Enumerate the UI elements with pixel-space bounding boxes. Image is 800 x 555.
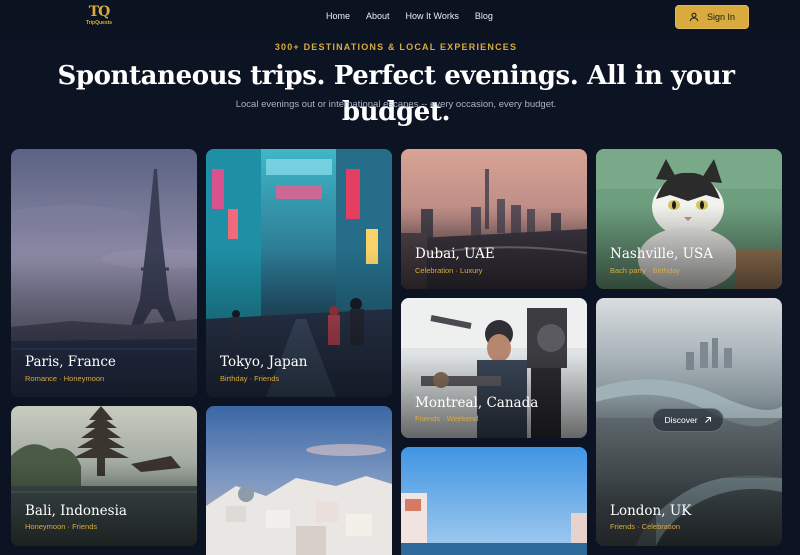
hero-eyebrow: 300+ DESTINATIONS & LOCAL EXPERIENCES bbox=[274, 42, 518, 52]
destination-card-tokyo[interactable]: Tokyo, Japan Birthday · Friends bbox=[206, 149, 392, 397]
destination-card-nashville[interactable]: Nashville, USA Bach party · Birthday bbox=[596, 149, 782, 289]
brand-logo[interactable]: TQ TripQuests bbox=[84, 4, 114, 30]
nav-blog-link[interactable]: Blog bbox=[475, 11, 493, 21]
destination-card-paris[interactable]: Paris, France Romance · Honeymoon bbox=[11, 149, 197, 397]
card-tags: Romance · Honeymoon bbox=[25, 374, 105, 383]
nav-about-link[interactable]: About bbox=[366, 11, 390, 21]
destination-card-coastal[interactable] bbox=[401, 447, 587, 555]
user-icon bbox=[689, 12, 699, 22]
coastal-town-image bbox=[401, 447, 587, 555]
card-tags: Honeymoon · Friends bbox=[25, 522, 98, 531]
card-title: Bali, Indonesia bbox=[25, 503, 127, 519]
destination-card-london[interactable]: Discover London, UK Friends · Celebratio… bbox=[596, 298, 782, 546]
card-tags: Friends · Celebration bbox=[610, 522, 681, 531]
arrow-up-right-icon bbox=[704, 417, 711, 423]
card-tags: Bach party · Birthday bbox=[610, 266, 681, 275]
discover-label: Discover bbox=[664, 415, 698, 425]
card-title: Paris, France bbox=[25, 354, 116, 370]
nav-home-link[interactable]: Home bbox=[326, 11, 350, 21]
card-title: London, UK bbox=[610, 503, 692, 519]
destination-card-dubai[interactable]: Dubai, UAE Celebration · Luxury bbox=[401, 149, 587, 289]
main-nav: Home About How It Works Blog bbox=[326, 11, 509, 21]
destination-card-montreal[interactable]: Montreal, Canada Friends · Weekend bbox=[401, 298, 587, 438]
card-tags: Celebration · Luxury bbox=[415, 266, 483, 275]
card-tags: Friends · Weekend bbox=[415, 414, 479, 423]
card-title: Dubai, UAE bbox=[415, 246, 495, 262]
discover-button[interactable]: Discover bbox=[652, 408, 724, 432]
card-title: Montreal, Canada bbox=[415, 395, 539, 411]
sign-in-button[interactable]: Sign In bbox=[675, 5, 749, 29]
destination-card-bali[interactable]: Bali, Indonesia Honeymoon · Friends bbox=[11, 406, 197, 546]
hero-subline: Local evenings out or international esca… bbox=[235, 99, 557, 110]
card-tags: Birthday · Friends bbox=[220, 374, 280, 383]
sign-in-label: Sign In bbox=[706, 12, 736, 22]
hero-headline: Spontaneous trips. Perfect evenings. All… bbox=[57, 61, 735, 127]
destination-card-santorini[interactable] bbox=[206, 406, 392, 555]
card-title: Tokyo, Japan bbox=[220, 354, 308, 370]
nav-how-it-works-link[interactable]: How It Works bbox=[406, 11, 459, 21]
card-title: Nashville, USA bbox=[610, 246, 714, 262]
logo-text: TripQuests bbox=[85, 20, 113, 26]
logo-mark: TQ bbox=[88, 4, 111, 20]
santorini-village-image bbox=[206, 406, 392, 555]
